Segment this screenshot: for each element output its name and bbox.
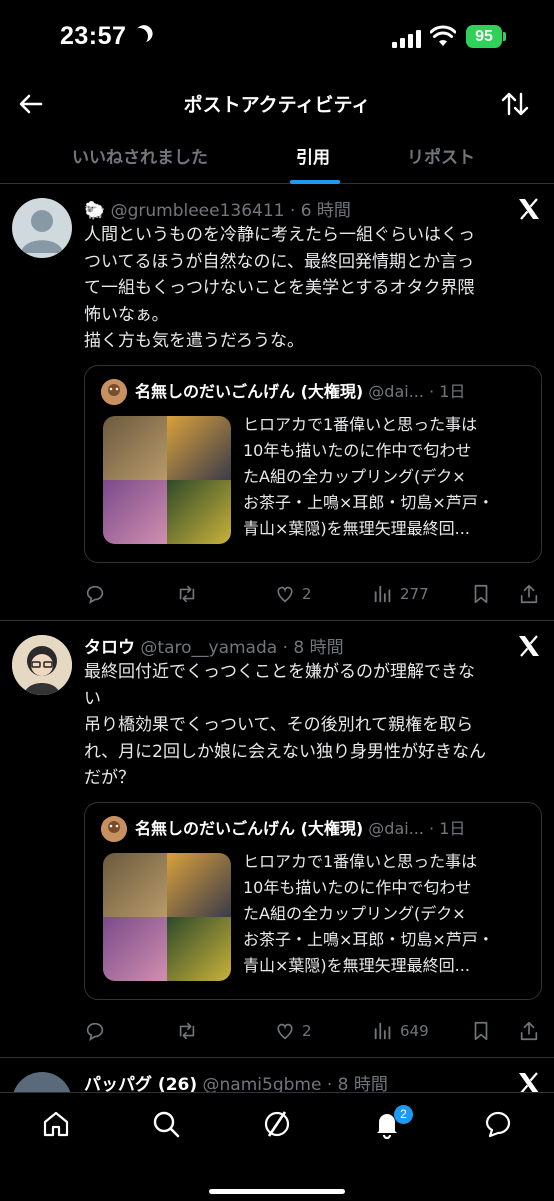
post-actions: 2 649 bbox=[84, 1016, 550, 1046]
repost-button[interactable] bbox=[176, 579, 198, 609]
post-header: タロウ @taro__yamada · 8 時間 bbox=[84, 633, 344, 658]
view-count: 649 bbox=[400, 1022, 429, 1040]
repost-icon bbox=[179, 1022, 195, 1040]
battery-icon: 95 bbox=[466, 25, 502, 48]
like-button[interactable]: 2 bbox=[274, 579, 312, 609]
tab-liked[interactable]: いいねされました bbox=[72, 143, 208, 168]
share-icon bbox=[520, 1021, 538, 1041]
reply-button[interactable] bbox=[84, 1016, 106, 1046]
bookmark-icon bbox=[474, 584, 488, 604]
quoted-post-text: ヒロアカで1番偉いと思った事は 10年も描いたのに作中で匂わせ たA組の全カップ… bbox=[243, 415, 494, 538]
quoted-post-header: 名無しのだいごんげん (大権現) @dai... · 1日 bbox=[135, 378, 465, 402]
repost-button[interactable] bbox=[176, 1016, 198, 1046]
x-logo-icon bbox=[519, 198, 539, 220]
feed[interactable]: 🐑 @grumbleee136411 · 6 時間 人間というものを冷静に考えた… bbox=[0, 184, 554, 1092]
post[interactable]: タロウ @taro__yamada · 8 時間 最終回付近でくっつくことを嫌が… bbox=[0, 621, 554, 1058]
home-icon[interactable] bbox=[41, 1109, 71, 1139]
battery-cap bbox=[503, 32, 506, 41]
quoted-author-avatar bbox=[101, 816, 127, 842]
bookmark-button[interactable] bbox=[470, 579, 492, 609]
handle-and-time: @nami5gbme · 8 時間 bbox=[202, 1075, 388, 1092]
quoted-handle-and-time: @dai... · 1日 bbox=[368, 819, 466, 838]
quoted-post-header: 名無しのだいごんげん (大権現) @dai... · 1日 bbox=[135, 815, 465, 839]
default-avatar[interactable] bbox=[12, 198, 72, 258]
post-header: 🐑 @grumbleee136411 · 6 時間 bbox=[84, 196, 351, 221]
x-logo-icon bbox=[519, 1072, 539, 1092]
reply-icon bbox=[86, 585, 104, 604]
author-name[interactable]: 🐑 bbox=[84, 201, 105, 221]
wifi-icon bbox=[430, 25, 456, 46]
quoted-post[interactable]: 名無しのだいごんげん (大権現) @dai... · 1日 ヒロアカで1番偉いと… bbox=[84, 802, 542, 1000]
quoted-author-name: 名無しのだいごんげん (大権現) bbox=[135, 819, 364, 838]
top-header: ポストアクティビティ bbox=[0, 76, 554, 131]
quoted-post[interactable]: 名無しのだいごんげん (大権現) @dai... · 1日 ヒロアカで1番偉いと… bbox=[84, 365, 542, 563]
post-header: パッパグ (26) @nami5gbme · 8 時間 bbox=[84, 1070, 388, 1092]
author-name[interactable]: タロウ bbox=[84, 638, 135, 658]
moon-icon bbox=[130, 27, 150, 47]
quoted-media-thumbnail[interactable] bbox=[103, 416, 231, 544]
status-time: 23:57 bbox=[60, 22, 127, 50]
sort-icon[interactable] bbox=[500, 89, 530, 119]
views-button[interactable]: 649 bbox=[372, 1016, 429, 1046]
notification-badge: 2 bbox=[394, 1105, 413, 1124]
post-text: 最終回付近でくっつくことを嫌がるのが理解できな い 吊り橋効果でくっついて、その… bbox=[84, 662, 486, 788]
post[interactable]: 🐑 @grumbleee136411 · 6 時間 人間というものを冷静に考えた… bbox=[0, 184, 554, 621]
cellular-signal-icon bbox=[392, 28, 422, 48]
heart-icon bbox=[277, 586, 293, 603]
tab-quotes[interactable]: 引用 bbox=[296, 143, 330, 168]
bookmark-icon bbox=[474, 1021, 488, 1041]
view-count: 277 bbox=[400, 585, 429, 603]
reply-icon bbox=[86, 1022, 104, 1041]
grok-icon[interactable] bbox=[262, 1109, 292, 1139]
post-actions: 2 277 bbox=[84, 579, 550, 609]
reply-button[interactable] bbox=[84, 579, 106, 609]
bottom-navigation: 2 bbox=[0, 1092, 554, 1201]
tab-bar: いいねされました 引用 リポスト bbox=[0, 131, 554, 184]
share-button[interactable] bbox=[518, 579, 540, 609]
quoted-author-avatar bbox=[101, 379, 127, 405]
share-icon bbox=[520, 584, 538, 604]
views-chart-icon bbox=[374, 1022, 391, 1040]
search-icon[interactable] bbox=[151, 1109, 181, 1139]
views-button[interactable]: 277 bbox=[372, 579, 429, 609]
page-title: ポストアクティビティ bbox=[183, 94, 371, 116]
tab-reposts[interactable]: リポスト bbox=[407, 143, 475, 168]
like-count: 2 bbox=[302, 1022, 312, 1040]
like-count: 2 bbox=[302, 585, 312, 603]
x-logo-icon bbox=[519, 635, 539, 657]
views-chart-icon bbox=[374, 585, 391, 603]
share-button[interactable] bbox=[518, 1016, 540, 1046]
user-avatar[interactable] bbox=[12, 635, 72, 695]
post-text: 人間というものを冷静に考えたら一組ぐらいはくっ ついてるほうが自然なのに、最終回… bbox=[84, 225, 475, 351]
messages-icon[interactable] bbox=[483, 1109, 513, 1139]
handle-and-time: @grumbleee136411 · 6 時間 bbox=[110, 201, 351, 221]
bookmark-button[interactable] bbox=[470, 1016, 492, 1046]
home-indicator bbox=[209, 1189, 345, 1194]
handle-and-time: @taro__yamada · 8 時間 bbox=[140, 638, 344, 658]
user-avatar[interactable] bbox=[12, 1072, 72, 1092]
status-bar: 23:57 95 bbox=[0, 0, 554, 76]
quoted-author-name: 名無しのだいごんげん (大権現) bbox=[135, 382, 364, 401]
post[interactable]: パッパグ (26) @nami5gbme · 8 時間 bbox=[0, 1058, 554, 1092]
author-name[interactable]: パッパグ (26) bbox=[84, 1075, 197, 1092]
quoted-post-text: ヒロアカで1番偉いと思った事は 10年も描いたのに作中で匂わせ たA組の全カップ… bbox=[243, 852, 494, 975]
quoted-media-thumbnail[interactable] bbox=[103, 853, 231, 981]
repost-icon bbox=[179, 585, 195, 603]
quoted-handle-and-time: @dai... · 1日 bbox=[368, 382, 466, 401]
heart-icon bbox=[277, 1023, 293, 1040]
like-button[interactable]: 2 bbox=[274, 1016, 312, 1046]
